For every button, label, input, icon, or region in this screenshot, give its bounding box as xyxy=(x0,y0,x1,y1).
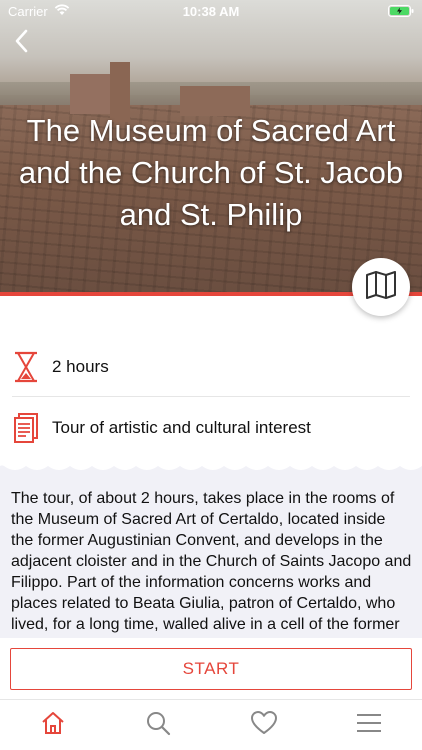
wave-divider xyxy=(0,460,422,480)
page-title: The Museum of Sacred Art and the Church … xyxy=(18,113,404,232)
duration-label: 2 hours xyxy=(52,356,109,376)
map-button[interactable] xyxy=(352,258,410,316)
document-icon xyxy=(12,411,40,445)
status-bar: Carrier 10:38 AM xyxy=(0,0,422,22)
menu-icon xyxy=(356,713,382,738)
hourglass-icon xyxy=(12,350,40,384)
search-icon xyxy=(145,710,171,741)
map-icon xyxy=(365,270,397,305)
tour-type-row: Tour of artistic and cultural interest xyxy=(12,398,410,458)
heart-icon xyxy=(250,710,278,741)
description-panel[interactable]: The tour, of about 2 hours, takes place … xyxy=(0,460,422,638)
tab-menu[interactable] xyxy=(339,705,399,745)
tab-bar xyxy=(0,699,422,750)
chevron-left-icon xyxy=(14,29,28,58)
tab-home[interactable] xyxy=(23,705,83,745)
hero-tower xyxy=(70,74,110,114)
status-time: 10:38 AM xyxy=(182,3,240,19)
back-button[interactable] xyxy=(8,28,34,58)
duration-row: 2 hours xyxy=(12,337,410,397)
tab-favorites[interactable] xyxy=(234,705,294,745)
tab-search[interactable] xyxy=(128,705,188,745)
tour-type-label: Tour of artistic and cultural interest xyxy=(52,418,311,437)
hero-image: The Museum of Sacred Art and the Church … xyxy=(0,0,422,296)
description-text: The tour, of about 2 hours, takes place … xyxy=(11,490,412,633)
home-icon xyxy=(40,710,66,741)
start-button[interactable]: START xyxy=(10,648,412,690)
